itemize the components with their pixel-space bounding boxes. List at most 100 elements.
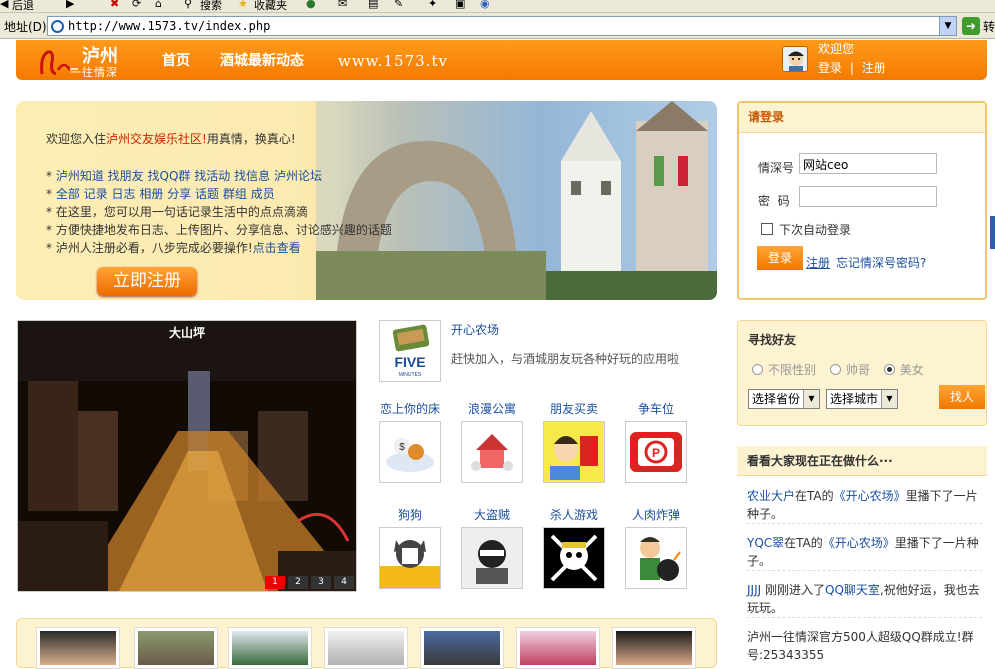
app-apartment[interactable]: 浪漫公寓	[459, 400, 525, 483]
province-dropdown-icon[interactable]: ▼	[803, 390, 819, 408]
feed-app-link[interactable]: QQ聊天室	[825, 583, 880, 597]
gender-any-radio[interactable]	[752, 364, 763, 375]
go-button-label[interactable]: 转	[983, 18, 995, 35]
go-arrow-icon[interactable]: ➜	[962, 17, 980, 35]
forgot-password-link[interactable]: 忘记情深号密码?	[836, 254, 926, 271]
member-photo[interactable]	[228, 627, 312, 669]
password-input[interactable]	[799, 186, 937, 207]
research-icon[interactable]: ▣	[455, 0, 465, 10]
forward-icon[interactable]: ▶	[66, 0, 74, 10]
link-find-qq-group[interactable]: 找QQ群	[148, 169, 191, 183]
user-avatar[interactable]	[782, 46, 808, 72]
nav-latest-news[interactable]: 酒城最新动态	[220, 50, 304, 70]
search-icon[interactable]: ⚲	[184, 0, 192, 10]
header-login-link[interactable]: 登录	[818, 61, 842, 75]
gender-male-radio[interactable]	[829, 364, 841, 375]
find-people-button[interactable]: 找人	[939, 385, 985, 409]
slide-page-4[interactable]: 4	[334, 576, 354, 589]
member-photo[interactable]	[516, 627, 600, 669]
feed-user-link[interactable]: 农业大户	[747, 489, 795, 503]
remember-label[interactable]: 下次自动登录	[779, 221, 851, 238]
register-link[interactable]: 注册	[806, 254, 830, 271]
back-icon[interactable]: ◀	[0, 0, 8, 10]
username-input[interactable]: 网站ceo	[799, 153, 937, 174]
feed-user-link[interactable]: JJJJ	[747, 583, 761, 597]
dog-icon[interactable]	[379, 527, 441, 589]
app-bed[interactable]: 恋上你的床 $	[377, 400, 443, 483]
remember-checkbox[interactable]	[761, 223, 773, 235]
feed-app-link[interactable]: 《开心农场》	[834, 489, 906, 503]
bomb-icon[interactable]	[625, 527, 687, 589]
apartment-icon[interactable]	[461, 421, 523, 483]
nav-home[interactable]: 首页	[162, 50, 190, 70]
link-album[interactable]: 相册	[139, 187, 163, 201]
slide-page-1[interactable]: 1	[265, 576, 285, 589]
gender-female-label[interactable]: 美女	[900, 363, 924, 377]
city-dropdown-icon[interactable]: ▼	[881, 390, 897, 408]
refresh-icon[interactable]: ⟳	[132, 0, 141, 10]
address-dropdown-icon[interactable]: ▼	[939, 17, 956, 35]
skull-icon[interactable]	[543, 527, 605, 589]
bed-icon[interactable]: $	[379, 421, 441, 483]
feed-app-link[interactable]: 《开心农场》	[823, 536, 895, 550]
edit-icon[interactable]: ✎	[394, 0, 403, 10]
login-button[interactable]: 登录	[757, 246, 803, 270]
member-photo[interactable]	[134, 627, 218, 669]
gender-any-label[interactable]: 不限性别	[768, 363, 816, 377]
gender-female-radio[interactable]	[883, 364, 895, 375]
link-members[interactable]: 成员	[251, 187, 275, 201]
slide-page-2[interactable]: 2	[288, 576, 308, 589]
messenger-icon[interactable]: ◉	[480, 0, 490, 10]
member-photo[interactable]	[420, 627, 504, 669]
site-logo[interactable]: 泸州 一往情深	[34, 42, 144, 80]
app-friend-trade-label[interactable]: 朋友买卖	[550, 402, 598, 416]
link-all[interactable]: 全部	[56, 187, 80, 201]
scrollbar-thumb[interactable]	[990, 216, 995, 249]
app-thief[interactable]: 大盗贼	[459, 506, 525, 589]
city-select[interactable]: 选择城市 ▼	[826, 389, 898, 409]
favorites-button[interactable]: 收藏夹	[254, 0, 287, 12]
link-zhidao[interactable]: 泸州知道	[56, 169, 104, 183]
app-parking[interactable]: 争车位 P	[623, 400, 689, 483]
parking-icon[interactable]: P	[625, 421, 687, 483]
link-blog[interactable]: 日志	[112, 187, 136, 201]
app-human-bomb-label[interactable]: 人肉炸弹	[632, 508, 680, 522]
app-werewolf-game[interactable]: 杀人游戏	[541, 506, 607, 589]
stop-icon[interactable]: ✖	[110, 0, 119, 10]
intro-highlight[interactable]: 泸州交友娱乐社区!	[106, 132, 207, 146]
link-find-event[interactable]: 找活动	[194, 169, 230, 183]
member-photo[interactable]	[36, 627, 120, 669]
link-forum[interactable]: 泸州论坛	[274, 169, 322, 183]
photo-slideshow[interactable]: 大山坪 1234	[17, 320, 357, 592]
link-topics[interactable]: 话题	[195, 187, 219, 201]
friend-trade-icon[interactable]	[543, 421, 605, 483]
app-thief-label[interactable]: 大盗贼	[474, 508, 510, 522]
province-select[interactable]: 选择省份 ▼	[748, 389, 820, 409]
member-photo[interactable]	[324, 627, 408, 669]
app-bed-label[interactable]: 恋上你的床	[380, 402, 440, 416]
discuss-icon[interactable]: ✦	[428, 0, 437, 10]
header-register-link[interactable]: 注册	[862, 61, 886, 75]
happy-farm-link[interactable]: 开心农场	[451, 321, 499, 338]
link-find-info[interactable]: 找信息	[234, 169, 270, 183]
favorites-icon[interactable]: ★	[238, 0, 248, 10]
link-groups[interactable]: 群组	[223, 187, 247, 201]
app-dog-label[interactable]: 狗狗	[398, 508, 422, 522]
app-friend-trade[interactable]: 朋友买卖	[541, 400, 607, 483]
mail-icon[interactable]: ✉	[338, 0, 347, 10]
print-icon[interactable]: ▤	[368, 0, 378, 10]
member-photo[interactable]	[612, 627, 696, 669]
app-human-bomb[interactable]: 人肉炸弹	[623, 506, 689, 589]
app-dog[interactable]: 狗狗	[377, 506, 443, 589]
link-records[interactable]: 记录	[84, 187, 108, 201]
app-parking-label[interactable]: 争车位	[638, 402, 674, 416]
thief-icon[interactable]	[461, 527, 523, 589]
media-icon[interactable]: ●	[306, 0, 316, 10]
gender-male-label[interactable]: 帅哥	[846, 363, 870, 377]
search-button[interactable]: 搜索	[200, 0, 222, 12]
link-share[interactable]: 分享	[167, 187, 191, 201]
link-find-friend[interactable]: 找朋友	[108, 169, 144, 183]
app-werewolf-game-label[interactable]: 杀人游戏	[550, 508, 598, 522]
happy-farm-icon[interactable]: FIVE MINUTES	[379, 320, 441, 382]
slide-page-3[interactable]: 3	[311, 576, 331, 589]
